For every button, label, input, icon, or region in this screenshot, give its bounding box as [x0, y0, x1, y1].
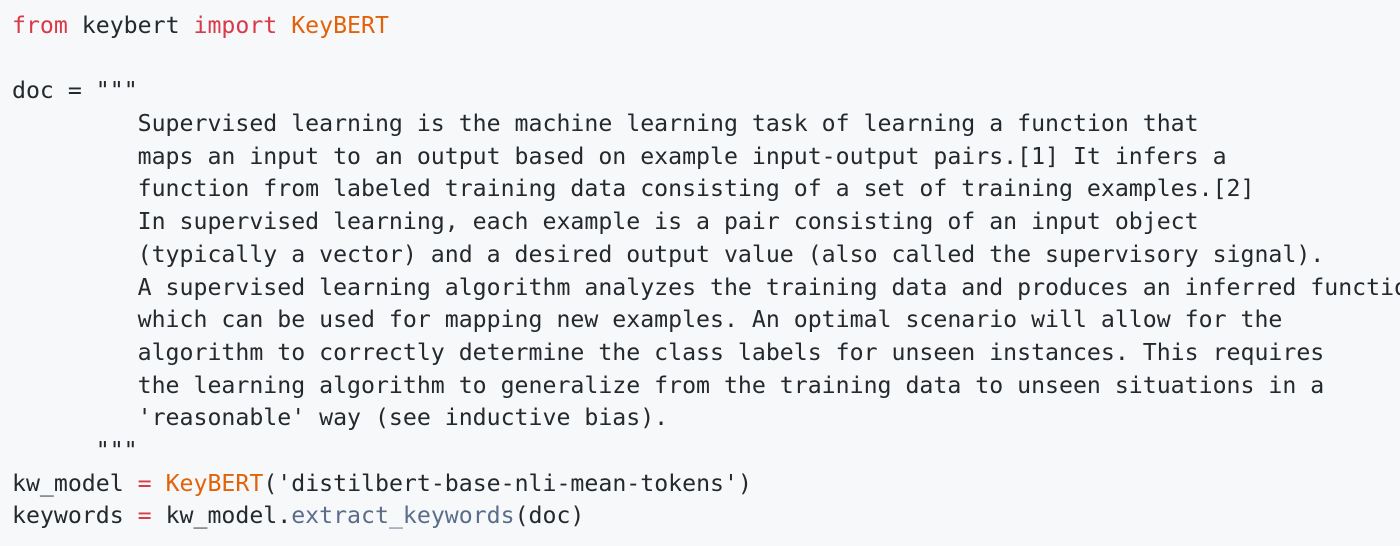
from-keyword: from [12, 12, 68, 39]
model-variable: kw_model [12, 469, 124, 497]
docstring-line: (typically a vector) and a desired outpu… [12, 240, 1325, 268]
code-content: from keybert import KeyBERT doc = """ Su… [12, 10, 1400, 533]
docstring-line: the learning algorithm to generalize fro… [12, 371, 1325, 399]
assign-operator: = [53, 77, 96, 105]
docstring-open-quote: """ [95, 77, 138, 105]
docstring-line: A supervised learning algorithm analyzes… [12, 273, 1400, 301]
assign-operator: = [123, 502, 166, 530]
docstring-line: Supervised learning is the machine learn… [12, 110, 1199, 138]
import-keyword: import [193, 12, 278, 39]
class-name: KeyBERT [165, 469, 264, 497]
docstring-line: maps an input to an output based on exam… [12, 142, 1227, 170]
model-object: kw_model. [165, 502, 292, 530]
code-block: from keybert import KeyBERT doc = """ Su… [0, 0, 1400, 546]
docstring-line: function from labeled training data cons… [12, 175, 1255, 203]
doc-variable: doc [12, 77, 54, 105]
docstring-close-quote: """ [12, 436, 138, 464]
module-name: keybert [67, 12, 194, 39]
docstring-line: algorithm to correctly determine the cla… [12, 338, 1325, 366]
code-line-model: kw_model = KeyBERT('distilbert-base-nli-… [12, 468, 1400, 501]
method-name: extract_keywords [291, 502, 515, 530]
keywords-variable: keywords [12, 502, 124, 530]
class-name: KeyBERT [291, 12, 389, 39]
docstring-line: In supervised learning, each example is … [12, 208, 1199, 236]
docstring-line: which can be used for mapping new exampl… [12, 306, 1283, 334]
code-line-doc-assign: doc = """ [12, 75, 1400, 108]
code-line-keywords: keywords = kw_model.extract_keywords(doc… [12, 500, 1400, 533]
method-argument: (doc) [514, 502, 585, 530]
code-line-import: from keybert import KeyBERT [12, 10, 1400, 43]
model-argument: ('distilbert-base-nli-mean-tokens') [263, 469, 752, 497]
docstring-line: 'reasonable' way (see inductive bias). [12, 404, 669, 432]
assign-operator: = [123, 469, 166, 497]
